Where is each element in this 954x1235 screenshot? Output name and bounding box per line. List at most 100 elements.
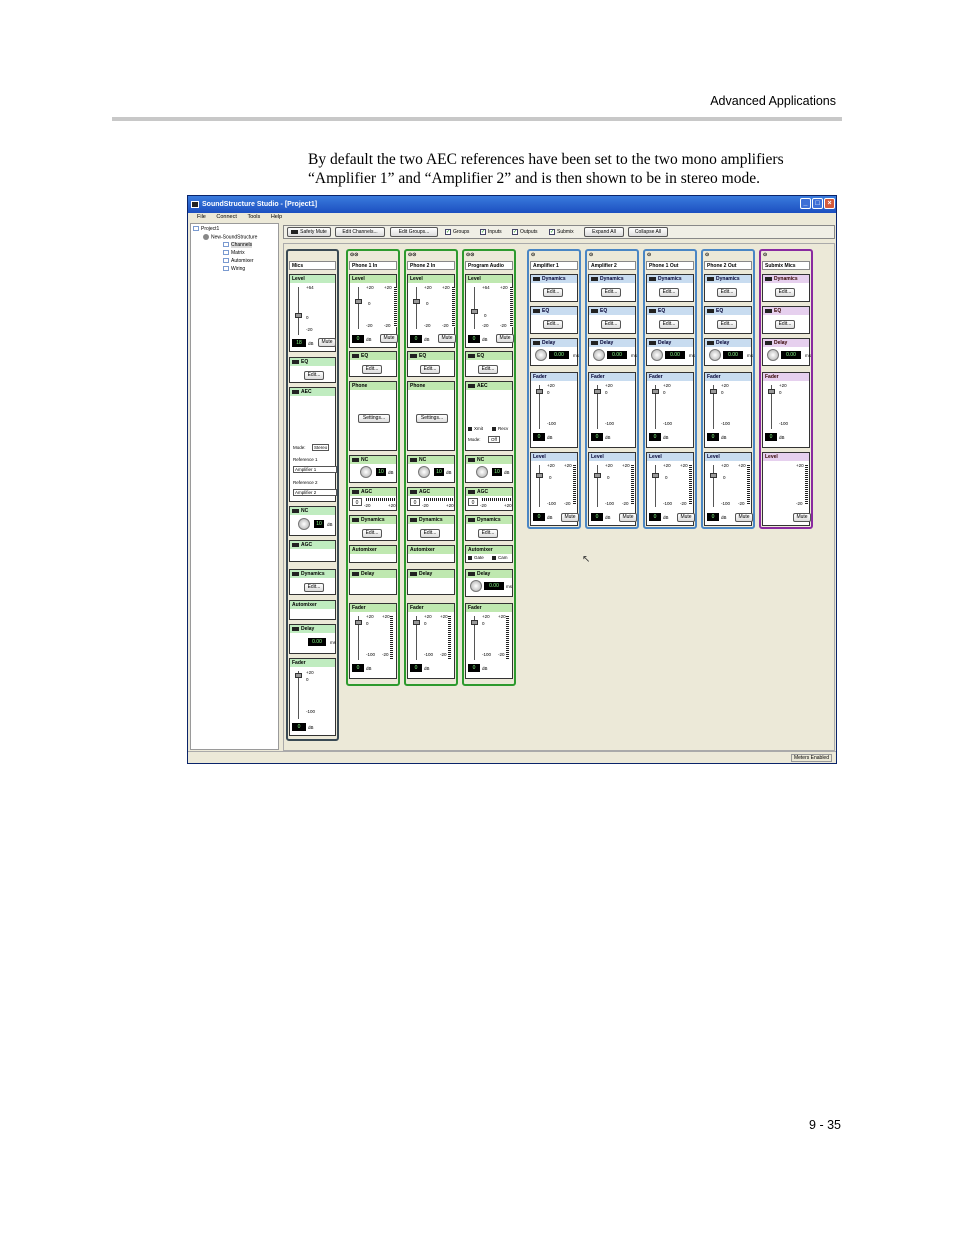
agc-toggle[interactable] [468, 489, 475, 494]
minimize-icon[interactable]: _ [800, 198, 811, 209]
eq-toggle[interactable] [352, 353, 359, 358]
delay-knob[interactable] [593, 349, 605, 361]
tree-item-channels[interactable]: Channels [223, 242, 253, 248]
edit-button[interactable]: Edit... [775, 288, 795, 297]
dynamics-toggle[interactable] [765, 276, 772, 281]
delay-value[interactable]: 0.00 [665, 351, 685, 359]
fader-value[interactable]: 0 [292, 723, 306, 731]
collapse-all-button[interactable]: Collapse All [628, 227, 668, 237]
delay-toggle[interactable] [591, 340, 598, 345]
nc-knob[interactable] [298, 518, 310, 530]
menu-tools[interactable]: Tools [247, 214, 260, 220]
gain-thumb[interactable] [413, 299, 420, 304]
level-thumb[interactable] [594, 473, 601, 478]
nc-value[interactable]: 10 [492, 468, 502, 476]
strip-select-icon[interactable]: ⊙⊙ [350, 252, 358, 258]
level-fader[interactable] [597, 465, 598, 507]
agc-value[interactable]: 0 [352, 498, 362, 506]
value-display[interactable]: 0 [591, 433, 603, 441]
mute-button[interactable]: Mute [735, 513, 753, 522]
fader-thumb[interactable] [295, 673, 302, 678]
nc-knob[interactable] [476, 466, 488, 478]
level-value[interactable]: 18 [292, 339, 306, 347]
edit-button[interactable]: Edit... [659, 320, 679, 329]
gain-thumb[interactable] [355, 299, 362, 304]
fader-thumb[interactable] [471, 620, 478, 625]
dynamics-toggle[interactable] [707, 276, 714, 281]
edit-button[interactable]: Edit... [478, 365, 498, 374]
eq-edit-button[interactable]: Edit... [304, 371, 324, 380]
value-display[interactable]: 0 [533, 433, 545, 441]
mute-button[interactable]: Mute [677, 513, 695, 522]
reference2-select[interactable]: Amplifier 2 [293, 489, 337, 496]
tree-item-matrix[interactable]: Matrix [223, 250, 245, 256]
eq-toggle[interactable] [765, 308, 772, 313]
dynamics-toggle[interactable] [410, 517, 417, 522]
dynamics-toggle[interactable] [649, 276, 656, 281]
delay-knob[interactable] [709, 349, 721, 361]
strip-select-icon[interactable]: ⊙⊙ [466, 252, 474, 258]
delay-toggle[interactable] [649, 340, 656, 345]
delay-toggle[interactable] [410, 571, 417, 576]
delay-knob[interactable] [767, 349, 779, 361]
mute-button[interactable]: Mute [561, 513, 579, 522]
delay-knob[interactable] [651, 349, 663, 361]
gain-fader[interactable] [358, 287, 359, 329]
mute-button[interactable]: Mute [380, 334, 398, 343]
edit-button[interactable]: Edit... [659, 288, 679, 297]
phone-settings-button[interactable]: Settings... [358, 414, 390, 423]
aec-mode-select[interactable]: Off [488, 436, 500, 443]
edit-button[interactable]: Edit... [420, 529, 440, 538]
agc-value[interactable]: 0 [410, 498, 420, 506]
safety-mute-button[interactable]: Safety Mute [287, 227, 331, 237]
edit-button[interactable]: Edit... [543, 320, 563, 329]
eq-toggle[interactable] [292, 359, 299, 364]
mute-button[interactable]: Mute [793, 513, 811, 522]
agc-toggle[interactable] [292, 542, 299, 547]
fader-thumb[interactable] [768, 389, 775, 394]
delay-toggle[interactable] [292, 626, 299, 631]
dynamics-toggle[interactable] [533, 276, 540, 281]
delay-toggle[interactable] [707, 340, 714, 345]
edit-groups-button[interactable]: Edit Groups... [390, 227, 438, 237]
fader-thumb[interactable] [594, 389, 601, 394]
inputs-checkbox[interactable]: ✓ Inputs [480, 228, 502, 236]
menu-file[interactable]: File [197, 214, 206, 220]
level-thumb[interactable] [652, 473, 659, 478]
menu-connect[interactable]: Connect [216, 214, 237, 220]
tree-device[interactable]: New-SoundStructure [203, 234, 257, 240]
eq-toggle[interactable] [468, 353, 475, 358]
delay-toggle[interactable] [352, 571, 359, 576]
level-thumb[interactable] [536, 473, 543, 478]
maximize-icon[interactable]: □ [812, 198, 823, 209]
level-thumb[interactable] [710, 473, 717, 478]
gain-value[interactable]: 0 [410, 335, 422, 343]
nc-toggle[interactable] [292, 508, 299, 513]
aec-toggle[interactable] [292, 389, 299, 394]
gain-thumb[interactable] [471, 309, 478, 314]
mute-button[interactable]: Mute [318, 338, 336, 347]
delay-value[interactable]: 0.00 [484, 582, 504, 590]
nc-toggle[interactable] [352, 457, 359, 462]
value-display[interactable]: 0 [765, 433, 777, 441]
value-display[interactable]: 0 [410, 664, 422, 672]
delay-value[interactable]: 0.00 [549, 351, 569, 359]
eq-toggle[interactable] [591, 308, 598, 313]
output-fader[interactable] [298, 671, 299, 719]
level-fader[interactable] [655, 465, 656, 507]
gain-value[interactable]: 0 [352, 335, 364, 343]
value-display[interactable]: 0 [468, 664, 480, 672]
tree-item-wiring[interactable]: Wiring [223, 266, 245, 272]
delay-toggle[interactable] [468, 571, 475, 576]
eq-toggle[interactable] [649, 308, 656, 313]
aec-toggle[interactable] [468, 383, 475, 388]
edit-button[interactable]: Edit... [717, 288, 737, 297]
fader-thumb[interactable] [355, 620, 362, 625]
strip-select-icon[interactable]: ⊙ [531, 252, 535, 258]
edit-button[interactable]: Edit... [362, 529, 382, 538]
edit-button[interactable]: Edit... [601, 288, 621, 297]
delay-toggle[interactable] [533, 340, 540, 345]
level-value[interactable]: 0 [533, 513, 545, 521]
close-icon[interactable]: × [824, 198, 835, 209]
fader-thumb[interactable] [652, 389, 659, 394]
